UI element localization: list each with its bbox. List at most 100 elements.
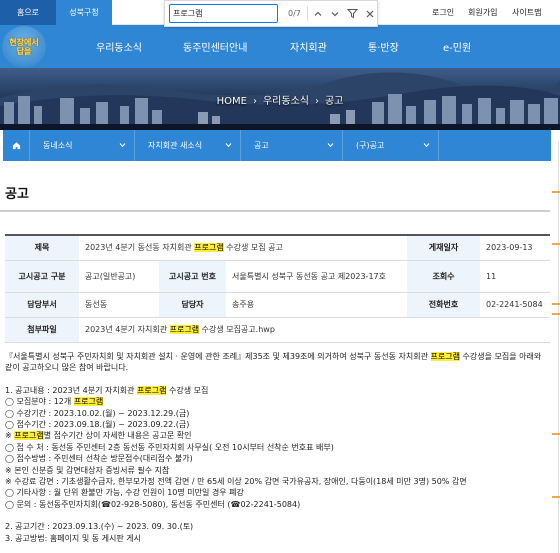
views-label: 조회수 (407, 259, 480, 293)
phone-label: 전화번호 (407, 291, 480, 318)
subnav-item-hall-news[interactable]: 자치회관 새소식 (135, 130, 241, 161)
chevron-down-icon (327, 143, 334, 148)
body-line: ◯ 기타사항 : 월 단위 환불만 가능, 수강 인원이 10명 미만일 경우 … (5, 488, 244, 498)
chevron-down-icon (119, 143, 126, 148)
body-text: ※ (5, 431, 12, 441)
find-input[interactable] (169, 4, 278, 23)
body-line: ◯ 접 수 처 : 동선동 주민센터 2층 동선동 주민자치회 사무실( 오전 … (5, 442, 334, 452)
find-previous-button[interactable] (311, 5, 325, 22)
date-label: 게재일자 (407, 234, 480, 261)
subnav-item-label: 자치회관 새소식 (148, 141, 203, 150)
search-highlight: 프로그램 (430, 352, 460, 361)
chevron-down-icon (423, 143, 430, 148)
body-line: ◯ 수강기간 : 2023.10.02.(월) ~ 2023.12.29.(금) (5, 408, 190, 418)
body-text: ◯ 모집분야 : 12개 (5, 397, 72, 407)
find-close-button[interactable] (363, 5, 377, 22)
attachment-link[interactable]: 2023년 4분기 자치회관 프로그램 수강생 모집공고.hwp (79, 316, 550, 343)
search-highlight: 프로그램 (73, 397, 104, 407)
attachment-text: 2023년 4분기 자치회관 (85, 325, 168, 334)
search-highlight: 프로그램 (137, 385, 167, 395)
nav-item-news[interactable]: 우리동소식 (96, 25, 142, 68)
number-value: 서울특별시 성북구 동선동 공고 제2023-17호 (226, 259, 407, 293)
body-line: ※ 본인 신분증 및 감면대상자 증빙서류 필수 지참 (5, 465, 170, 475)
find-filter-button[interactable] (345, 5, 359, 22)
body-line: 1. 공고내용 : 2023년 4분기 자치회관 프로그램 수강생 모집 (5, 385, 550, 396)
scroll-match-marker (552, 303, 560, 305)
body-text: 수강생 모집 (169, 385, 209, 395)
seongbuk-gu-tab[interactable]: 성북구청 (56, 0, 112, 25)
logo-line-1: 현장에서 (9, 38, 39, 47)
subject-text: 수강생 모집 공고 (226, 243, 283, 253)
subject-label: 제목 (5, 234, 79, 261)
attachment-label: 첨부파일 (5, 316, 79, 343)
find-match-count: 0/7 (288, 9, 301, 18)
subject-value: 2023년 4분기 동선동 자치회관 프로그램 수강생 모집 공고 (79, 234, 407, 261)
intro-paragraph: 『서울특별시 성북구 주민자치회 및 자치회관 설치 · 운영에 관한 조례』제… (5, 351, 550, 374)
body-line: ◯ 모집분야 : 12개 프로그램 (5, 396, 550, 407)
subnav-item-old-notice[interactable]: (구)공고 (343, 130, 439, 161)
scroll-match-marker (552, 496, 560, 498)
subject-text: 2023년 4분기 동선동 자치회관 (85, 243, 192, 253)
nav-item-center-info[interactable]: 동주민센터안내 (183, 25, 247, 68)
scroll-match-marker (552, 433, 560, 435)
chevron-down-icon (225, 143, 232, 148)
subnav-item-neighborhood-news[interactable]: 동네소식 (30, 130, 135, 161)
body-text: 별 접수기간 상이 자세한 내용은 공고문 확인 (43, 431, 192, 441)
subnav-item-label: 동네소식 (43, 141, 73, 150)
logo-line-2: 답을 (16, 47, 32, 56)
scroll-match-marker (552, 191, 560, 193)
sitemap-link[interactable]: 사이트맵 (512, 0, 541, 25)
type-label: 고시공고 구분 (5, 259, 79, 293)
home-tab[interactable]: 홈으로 (0, 0, 56, 25)
subnav-home-button[interactable] (3, 130, 30, 161)
body-line: ◯ 접수기간 : 2023.09.18.(월) ~ 2023.09.22.(금) (5, 420, 190, 430)
person-label: 담당자 (159, 291, 226, 318)
title-divider (0, 210, 550, 212)
body-text: 1. 공고내용 : 2023년 4분기 자치회관 (5, 385, 135, 395)
breadcrumb-separator-icon: › (252, 96, 257, 107)
attachment-text: 수강생 모집공고.hwp (201, 325, 275, 334)
subnav-item-label: 공고 (254, 141, 269, 150)
find-divider (307, 6, 308, 21)
dept-value: 동선동 (79, 291, 159, 318)
scrollbar-track[interactable] (558, 141, 559, 553)
phone-value: 02-2241-5084 (480, 291, 550, 318)
filter-icon (347, 9, 359, 19)
nav-item-e-minwon[interactable]: e-민원 (443, 25, 471, 68)
subnav-item-label: (구)공고 (356, 141, 385, 150)
breadcrumb-notice: 공고 (324, 96, 344, 107)
body-line: 3. 공고방법: 홈페이지 및 동 게시판 게시 (5, 533, 141, 543)
date-value: 2023-09-13 (480, 234, 550, 261)
number-label: 고시공고 번호 (159, 259, 226, 293)
notice-info-table: 제목 2023년 4분기 동선동 자치회관 프로그램 수강생 모집 공고 게재일… (5, 234, 550, 343)
nav-item-community-hall[interactable]: 자치회관 (290, 25, 327, 68)
page-title: 공고 (5, 187, 29, 202)
close-icon (366, 10, 374, 17)
district-logo[interactable]: 현장에서 답을 (2, 26, 46, 68)
search-highlight: 프로그램 (169, 325, 200, 334)
breadcrumb-home[interactable]: HOME (217, 96, 247, 107)
scroll-match-marker (552, 243, 560, 245)
sub-nav: 동네소식 자치회관 새소식 공고 (구)공고 (3, 130, 551, 161)
dept-label: 담당부서 (5, 291, 79, 318)
hero-banner: HOME › 우리동소식 › 공고 (0, 68, 560, 130)
login-link[interactable]: 로그인 (432, 0, 454, 25)
chevron-up-icon (314, 11, 322, 16)
find-next-button[interactable] (328, 5, 342, 22)
breadcrumb-separator-icon: › (314, 96, 319, 107)
find-bar: 0/7 (164, 0, 378, 27)
body-line: 2. 공고기간 : 2023.09.13.(수) ~ 2023. 09. 30.… (5, 522, 194, 532)
body-line: ※ 수강료 감면 : 기초생활수급자, 한부모가정 전액 감면 / 만 65세 … (5, 477, 467, 487)
person-value: 송주용 (226, 291, 407, 318)
nav-item-tong-ban[interactable]: 통·반장 (368, 25, 399, 68)
breadcrumb-news[interactable]: 우리동소식 (263, 96, 309, 107)
views-value: 11 (480, 259, 550, 293)
search-highlight: 프로그램 (194, 243, 224, 253)
body-line: ◯ 접수방법 : 주민센터 선착순 방문접수(대리접수 불가) (5, 454, 193, 464)
join-link[interactable]: 회원가입 (468, 0, 497, 25)
type-value: 공고(일반공고) (79, 259, 159, 293)
subnav-item-notice[interactable]: 공고 (241, 130, 343, 161)
body-text: 『서울특별시 성북구 주민자치회 및 자치회관 설치 · 운영에 관한 조례』제… (5, 352, 428, 361)
